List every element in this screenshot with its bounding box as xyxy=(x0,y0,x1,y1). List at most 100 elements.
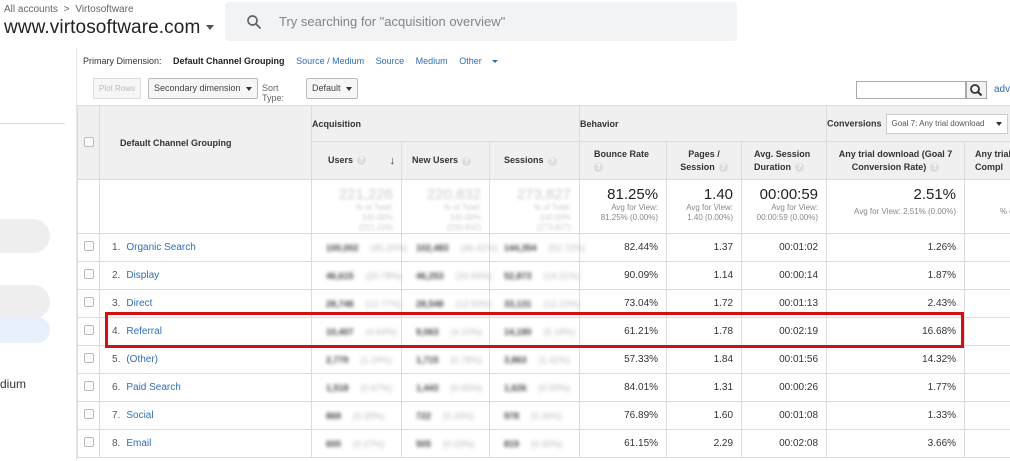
row-index: 1. xyxy=(112,242,121,253)
property-selector[interactable]: www.virtosoftware.com xyxy=(4,17,215,39)
chevron-down-icon xyxy=(206,25,215,31)
select-all-checkbox[interactable] xyxy=(83,136,94,147)
row-avg-duration: 00:01:02 xyxy=(741,233,828,262)
help-icon[interactable]: ? xyxy=(547,156,557,166)
row-users: 46,615 (20.78%) xyxy=(311,261,402,290)
row-pages-session: 2.29 xyxy=(666,429,743,458)
row-checkbox[interactable] xyxy=(83,409,94,419)
row-new-users: 9,063 (4.10%) xyxy=(401,317,490,346)
new-users-column-header[interactable]: New Users? xyxy=(401,141,490,180)
row-checkbox[interactable] xyxy=(83,381,94,391)
channel-link[interactable]: Social xyxy=(126,410,153,421)
row-users: 600 (0.27%) xyxy=(311,429,402,458)
row-checkbox[interactable] xyxy=(83,353,94,363)
plot-rows-button[interactable]: Plot Rows xyxy=(93,78,141,99)
select-all-header xyxy=(77,105,100,180)
dimension-option-other[interactable]: Other xyxy=(459,56,507,66)
row-completions xyxy=(964,261,1010,290)
channel-link[interactable]: Organic Search xyxy=(126,242,195,253)
row-new-users: 28,548 (12.93%) xyxy=(401,289,492,318)
row-bounce-rate: 84.01% xyxy=(579,373,668,402)
avg-session-duration-column-header[interactable]: Avg. Session Duration? xyxy=(741,141,828,180)
help-icon[interactable]: ? xyxy=(357,155,367,165)
table-search-input[interactable] xyxy=(856,81,966,99)
property-name: www.virtosoftware.com xyxy=(4,17,201,38)
row-checkbox[interactable] xyxy=(83,437,94,447)
row-avg-duration: 00:02:19 xyxy=(741,317,828,346)
row-pages-session: 1.60 xyxy=(666,401,743,430)
row-checkbox[interactable] xyxy=(83,325,94,335)
breadcrumb-account[interactable]: Virtosoftware xyxy=(75,4,133,15)
row-select-cell xyxy=(77,373,100,402)
row-dimension-cell: 8. Email xyxy=(99,429,312,458)
row-new-users: 1,443 (0.65%) xyxy=(401,373,490,402)
row-select-cell xyxy=(77,345,100,374)
row-bounce-rate: 73.04% xyxy=(579,289,668,318)
goal-conversion-rate-column-header[interactable]: Any trial download (Goal 7 Conversion Rat… xyxy=(826,141,966,180)
row-index: 6. xyxy=(112,382,121,393)
pages-session-column-header[interactable]: Pages / Session? xyxy=(666,141,743,180)
help-icon[interactable]: ? xyxy=(795,162,805,172)
channel-link[interactable]: Display xyxy=(126,270,159,281)
table-row: 6. Paid Search 1,518 (0.67%) 1,443 (0.65%) 1,6… xyxy=(77,373,1010,402)
bounce-rate-column-header[interactable]: Bounce Rate? xyxy=(579,141,668,180)
help-icon[interactable]: ? xyxy=(462,156,472,166)
dimension-option-source[interactable]: Source xyxy=(376,56,405,66)
row-checkbox[interactable] xyxy=(83,241,94,251)
row-avg-duration: 00:01:56 xyxy=(741,345,828,374)
row-index: 5. xyxy=(112,354,121,365)
breadcrumb-all-accounts[interactable]: All accounts xyxy=(4,4,58,15)
row-pages-session: 1.31 xyxy=(666,373,743,402)
nav-item-active[interactable] xyxy=(0,317,50,343)
row-sessions: 978 (0.36%) xyxy=(488,401,581,430)
table-search-button[interactable] xyxy=(966,81,987,99)
row-checkbox[interactable] xyxy=(83,297,94,307)
nav-item[interactable] xyxy=(0,219,50,253)
help-icon[interactable]: ? xyxy=(594,162,604,172)
row-users: 869 (0.39%) xyxy=(311,401,402,430)
dimension-option-medium[interactable]: Medium xyxy=(416,56,448,66)
sort-type-select[interactable]: Default xyxy=(306,78,358,99)
row-dimension-cell: 3. Direct xyxy=(99,289,312,318)
dimension-option-source-medium[interactable]: Source / Medium xyxy=(296,56,364,66)
global-search[interactable]: Try searching for "acquisition overview" xyxy=(225,2,737,41)
top-bar: All accounts > Virtosoftware www.virtoso… xyxy=(0,0,1010,48)
row-select-cell xyxy=(77,289,100,318)
row-conversion-rate: 1.33% xyxy=(826,401,966,430)
users-column-header[interactable]: Users? ↓ xyxy=(311,141,402,180)
table-row: 3. Direct 28,748 (12.77%) 28,548 (12.93%) 33,1… xyxy=(77,289,1010,318)
table-row: 2. Display 46,615 (20.78%) 46,253 (20.94%) 52,… xyxy=(77,261,1010,290)
row-completions xyxy=(964,373,1010,402)
goal-select[interactable]: Goal 7: Any trial download xyxy=(885,113,1008,134)
nav-item[interactable] xyxy=(0,285,50,319)
help-icon[interactable]: ? xyxy=(718,162,728,172)
sort-type-label: Sort Type: xyxy=(262,83,285,103)
row-sessions: 3,863 (1.41%) xyxy=(488,345,581,374)
channel-link[interactable]: Email xyxy=(126,438,151,449)
channel-link[interactable]: Paid Search xyxy=(126,382,180,393)
row-conversion-rate: 3.66% xyxy=(826,429,966,458)
search-icon xyxy=(970,84,983,97)
channel-link[interactable]: (Other) xyxy=(126,354,158,365)
row-users: 1,518 (0.67%) xyxy=(311,373,402,402)
goal-completions-column-header[interactable]: Any trial dCompl xyxy=(964,141,1010,180)
nav-item-label[interactable]: dium xyxy=(0,377,26,391)
dimension-column-header[interactable]: Default Channel Grouping xyxy=(99,105,312,180)
sessions-column-header[interactable]: Sessions? xyxy=(488,141,581,180)
row-new-users: 505 (0.23%) xyxy=(401,429,490,458)
dimension-current: Default Channel Grouping xyxy=(173,56,285,66)
chevron-down-icon xyxy=(346,87,352,91)
row-checkbox[interactable] xyxy=(83,269,94,279)
row-pages-session: 1.37 xyxy=(666,233,743,262)
row-users: 10,407 (4.64%) xyxy=(311,317,402,346)
help-icon[interactable]: ? xyxy=(930,162,940,172)
secondary-dimension-select[interactable]: Secondary dimension xyxy=(148,78,258,99)
row-sessions: 819 (0.30%) xyxy=(488,429,581,458)
conversions-group-header: Conversions Goal 7: Any trial download xyxy=(826,105,1010,142)
sort-down-arrow-icon: ↓ xyxy=(389,154,396,167)
channel-link[interactable]: Referral xyxy=(126,326,162,337)
advanced-link[interactable]: adva xyxy=(994,84,1010,95)
channel-link[interactable]: Direct xyxy=(126,298,152,309)
row-conversion-rate: 1.87% xyxy=(826,261,966,290)
row-dimension-cell: 4. Referral xyxy=(99,317,312,346)
